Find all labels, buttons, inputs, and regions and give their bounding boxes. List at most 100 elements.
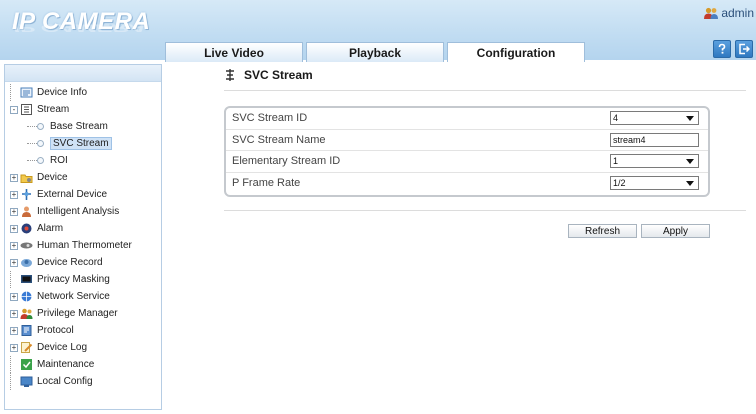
expand-icon[interactable]: + <box>10 309 18 318</box>
form-row-svc-stream-id: SVC Stream ID 4 <box>226 108 708 130</box>
privilege-manager-icon <box>20 308 33 319</box>
sidebar-item-label: Alarm <box>37 223 64 234</box>
apply-button[interactable]: Apply <box>641 224 710 238</box>
refresh-button[interactable]: Refresh <box>568 224 637 238</box>
maintenance-icon <box>21 359 32 370</box>
sidebar-item-device-log[interactable]: + Device Log <box>5 339 161 356</box>
device-icon <box>20 174 33 183</box>
username-label: admin <box>721 6 754 20</box>
expand-icon[interactable]: + <box>10 224 18 233</box>
main-panel: SVC Stream SVC Stream ID 4 SVC Stream Na… <box>164 62 756 414</box>
help-icon <box>718 43 726 54</box>
svc-stream-name-input[interactable]: stream4 <box>610 132 699 147</box>
sidebar-item-label: SVC Stream <box>50 137 112 150</box>
sidebar-item-alarm[interactable]: + Alarm <box>5 220 161 237</box>
sidebar-item-label: Network Service <box>37 291 110 302</box>
network-service-icon <box>21 291 32 302</box>
sidebar-item-label: Device <box>37 172 68 183</box>
expand-icon[interactable]: + <box>10 292 18 301</box>
sidebar-item-svc-stream[interactable]: SVC Stream <box>5 135 161 152</box>
svc-stream-id-select[interactable]: 4 <box>610 111 699 125</box>
config-tree: Device Info - Stream Base Stream SVC Str… <box>5 82 161 390</box>
tab-configuration[interactable]: Configuration <box>447 42 585 62</box>
bullet-icon <box>37 157 44 164</box>
sidebar-item-device-record[interactable]: + Device Record <box>5 254 161 271</box>
expand-icon[interactable]: + <box>10 258 18 267</box>
logout-icon <box>739 43 750 55</box>
page-header: SVC Stream <box>224 68 313 82</box>
sidebar-item-maintenance[interactable]: Maintenance <box>5 356 161 373</box>
sidebar-item-base-stream[interactable]: Base Stream <box>5 118 161 135</box>
form-row-elementary-stream-id: Elementary Stream ID 1 <box>226 151 708 173</box>
thermometer-icon <box>20 242 33 249</box>
help-button[interactable] <box>713 40 731 58</box>
sidebar-item-network-service[interactable]: + Network Service <box>5 288 161 305</box>
p-frame-rate-select[interactable]: 1/2 <box>610 175 699 190</box>
sidebar-item-label: Privacy Masking <box>37 274 110 285</box>
local-config-icon <box>20 376 33 387</box>
stream-settings-icon <box>226 69 234 81</box>
sidebar-item-label: Human Thermometer <box>37 240 132 251</box>
elementary-stream-id-select[interactable]: 1 <box>610 154 699 168</box>
sidebar-item-label: Stream <box>37 104 70 115</box>
field-label: SVC Stream Name <box>232 133 326 146</box>
expand-icon[interactable]: + <box>10 326 18 335</box>
sidebar-header <box>5 65 161 82</box>
sidebar-item-label: Intelligent Analysis <box>37 206 120 217</box>
sidebar-item-intelligent-analysis[interactable]: + Intelligent Analysis <box>5 203 161 220</box>
sidebar-item-label: ROI <box>50 155 68 166</box>
field-label: SVC Stream ID <box>232 112 308 125</box>
users-icon <box>704 7 719 19</box>
form-row-p-frame-rate: P Frame Rate 1/2 <box>226 173 708 195</box>
external-device-icon <box>22 189 31 200</box>
sidebar-item-label: Protocol <box>37 325 74 336</box>
title-divider <box>224 90 746 91</box>
sidebar-item-label: Maintenance <box>37 359 95 370</box>
config-sidebar: Device Info - Stream Base Stream SVC Str… <box>4 64 162 410</box>
expand-icon[interactable]: + <box>10 207 18 216</box>
sidebar-item-label: Device Log <box>37 342 88 353</box>
sidebar-item-external-device[interactable]: + External Device <box>5 186 161 203</box>
field-label: P Frame Rate <box>232 177 301 190</box>
svc-stream-form: SVC Stream ID 4 SVC Stream Name stream4 … <box>224 106 710 197</box>
form-row-svc-stream-name: SVC Stream Name stream4 <box>226 130 708 151</box>
form-divider <box>224 210 746 211</box>
sidebar-item-device-info[interactable]: Device Info <box>5 84 161 101</box>
tab-playback[interactable]: Playback <box>306 42 444 62</box>
user-info: admin <box>704 6 754 20</box>
sidebar-item-local-config[interactable]: Local Config <box>5 373 161 390</box>
expand-icon[interactable]: + <box>10 173 18 182</box>
device-record-icon <box>21 259 32 267</box>
intelligent-analysis-icon <box>22 206 31 217</box>
bullet-icon <box>37 123 44 130</box>
tab-live-video[interactable]: Live Video <box>165 42 303 62</box>
sidebar-item-roi[interactable]: ROI <box>5 152 161 169</box>
sidebar-item-label: Local Config <box>37 376 93 387</box>
sidebar-item-label: Base Stream <box>50 121 108 132</box>
sidebar-item-human-thermometer[interactable]: + Human Thermometer <box>5 237 161 254</box>
expand-icon[interactable]: + <box>10 343 18 352</box>
expand-icon[interactable]: + <box>10 190 18 199</box>
bullet-icon <box>37 140 44 147</box>
sidebar-item-device[interactable]: + Device <box>5 169 161 186</box>
app-logo-reflection: IP CAMERA <box>12 21 146 34</box>
sidebar-item-privilege-manager[interactable]: + Privilege Manager <box>5 305 161 322</box>
device-info-icon <box>20 87 33 98</box>
sidebar-item-label: External Device <box>37 189 108 200</box>
sidebar-item-label: Device Record <box>37 257 103 268</box>
protocol-icon <box>21 325 32 336</box>
main-tabs: Live Video Playback Configuration <box>165 42 585 62</box>
stream-icon <box>21 104 32 115</box>
alarm-icon <box>21 223 32 234</box>
logout-button[interactable] <box>735 40 753 58</box>
collapse-icon[interactable]: - <box>10 105 18 114</box>
field-label: Elementary Stream ID <box>232 155 341 168</box>
expand-icon[interactable]: + <box>10 241 18 250</box>
device-log-icon <box>21 342 33 353</box>
sidebar-item-label: Privilege Manager <box>37 308 118 319</box>
sidebar-item-protocol[interactable]: + Protocol <box>5 322 161 339</box>
sidebar-item-label: Device Info <box>37 87 88 98</box>
sidebar-item-privacy-masking[interactable]: Privacy Masking <box>5 271 161 288</box>
privacy-masking-icon <box>21 275 32 283</box>
sidebar-item-stream[interactable]: - Stream <box>5 101 161 118</box>
